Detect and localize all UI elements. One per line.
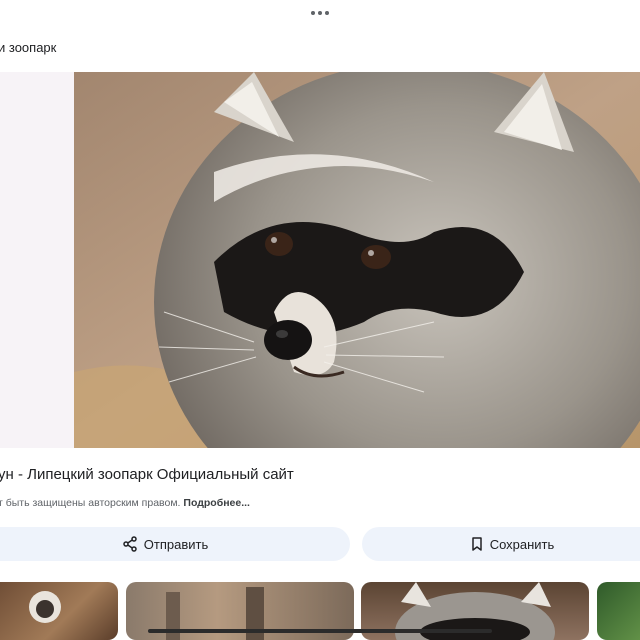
- result-title[interactable]: ун - Липецкий зоопарк Официальный сайт: [0, 466, 294, 483]
- copyright-text: т быть защищены авторским правом.: [0, 497, 181, 509]
- handle-dot: [311, 11, 315, 15]
- source-site-name[interactable]: и зоопарк: [0, 40, 56, 55]
- share-button[interactable]: Отправить: [0, 527, 350, 561]
- home-indicator[interactable]: [148, 629, 492, 633]
- save-button[interactable]: Сохранить: [362, 527, 640, 561]
- handle-dot: [325, 11, 329, 15]
- copyright-notice: т быть защищены авторским правом. Подроб…: [0, 497, 250, 509]
- save-button-label: Сохранить: [489, 536, 555, 552]
- sheet-drag-handle[interactable]: [0, 8, 640, 18]
- share-button-label: Отправить: [143, 536, 209, 552]
- related-image-thumb[interactable]: [597, 582, 640, 640]
- previous-image-pane[interactable]: [0, 72, 74, 448]
- more-link[interactable]: Подробнее...: [183, 497, 250, 509]
- handle-dot: [318, 11, 322, 15]
- raccoon-photo: [74, 72, 640, 448]
- related-image-thumb[interactable]: [0, 582, 118, 640]
- bookmark-icon: [470, 536, 484, 552]
- main-image[interactable]: [74, 72, 640, 448]
- share-icon: [122, 536, 138, 552]
